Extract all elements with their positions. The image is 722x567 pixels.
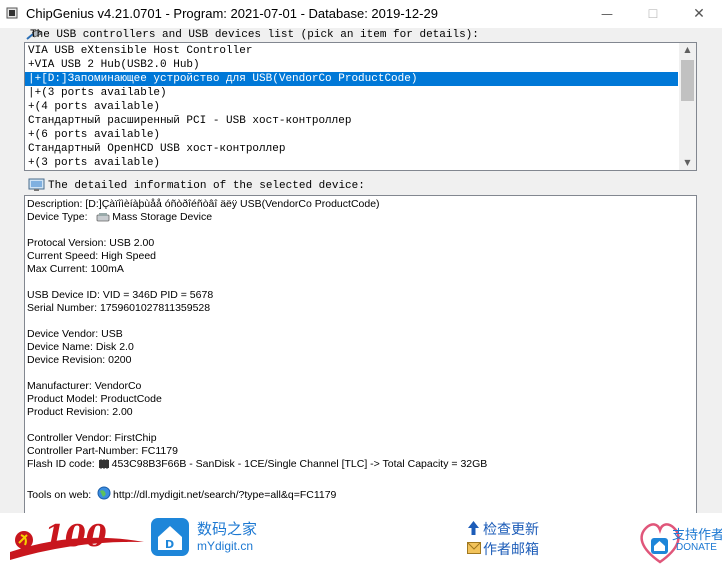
scroll-thumb[interactable] [681, 60, 694, 101]
detail-line: Current Speed: High Speed [27, 250, 156, 262]
detail-line: Flash ID code: 453C98B3F66B - SanDisk - … [27, 458, 488, 470]
centenary-logo: 100 1921 2021 [10, 519, 144, 560]
chip-icon [98, 459, 109, 469]
detail-line: Device Type: Mass Storage Device [27, 211, 213, 223]
site-url[interactable]: mYdigit.cn [197, 539, 253, 553]
footer-bar: 100 1921 2021 D 数码之家 mYdigit.cn 检查更新 作者邮… [0, 513, 722, 567]
monitor-icon [28, 178, 45, 191]
device-type-value: Mass Storage Device [112, 211, 213, 223]
mail-icon[interactable] [467, 542, 481, 554]
update-arrow-icon[interactable] [467, 520, 480, 536]
detail-line: Description: [D:]Çàïîìèíàþùåå óñòðîéñòâî… [27, 198, 380, 210]
logo-100-text: 100 [44, 519, 107, 554]
device-list-item[interactable]: Стандартный OpenHCD USB хост-контроллер [25, 142, 678, 156]
device-list-item[interactable]: +(3 ports available) [25, 156, 678, 170]
usb-devices-list[interactable]: VIA USB eXtensible Host Controller +VIA U… [24, 42, 697, 171]
globe-icon [97, 486, 111, 500]
donate-label-cn[interactable]: 支持作者 [672, 524, 722, 543]
detail-line: Device Revision: 0200 [27, 354, 132, 366]
detail-line: Device Name: Disk 2.0 [27, 341, 134, 353]
device-list-item[interactable]: |+[D:]Запоминающее устройство для USB(Ve… [25, 72, 678, 86]
svg-text:D: D [165, 538, 174, 551]
device-list-item[interactable]: Стандартный расширенный PCI - USB хост-к… [25, 114, 678, 128]
site-name-cn[interactable]: 数码之家 [197, 518, 257, 539]
device-list-item[interactable]: +(6 ports available) [25, 128, 678, 142]
mydigit-logo-icon[interactable]: D [150, 517, 190, 557]
close-button[interactable]: ✕ [676, 0, 722, 28]
detail-line: Max Current: 100mA [27, 263, 124, 275]
details-label: The detailed information of the selected… [48, 180, 365, 192]
title-bar: ChipGenius v4.21.0701 - Program: 2021-07… [0, 0, 722, 28]
detail-line: Controller Part-Number: FC1179 [27, 445, 178, 457]
minimize-button[interactable]: — [584, 0, 630, 28]
device-list-item[interactable]: VIA USB eXtensible Host Controller [25, 44, 678, 58]
detail-line: USB Device ID: VID = 346D PID = 5678 [27, 289, 214, 301]
scroll-up-arrow[interactable]: ▲ [679, 43, 696, 57]
detail-line: Product Revision: 2.00 [27, 406, 133, 418]
detail-line: Controller Vendor: FirstChip [27, 432, 157, 444]
author-email-link[interactable]: 作者邮箱 [483, 539, 539, 559]
detail-line: Serial Number: 1759601027811359528 [27, 302, 211, 314]
disk-drive-icon [96, 213, 110, 222]
logo-year-right: 2021 [98, 550, 111, 556]
detail-line: Manufacturer: VendorCo [27, 380, 142, 392]
detail-line: Product Model: ProductCode [27, 393, 162, 405]
devices-list-label: The USB controllers and USB devices list… [30, 29, 479, 41]
device-list-item[interactable]: +VIA USB 2 Hub(USB2.0 Hub) [25, 58, 678, 72]
logo-year-left: 1921 [56, 553, 69, 559]
scroll-down-arrow[interactable]: ▼ [679, 156, 696, 170]
donate-label-en[interactable]: DONATE [676, 542, 717, 553]
device-list-item[interactable]: +(4 ports available) [25, 100, 678, 114]
detail-line: Device Vendor: USB [27, 328, 123, 340]
check-update-link[interactable]: 检查更新 [483, 519, 539, 539]
devices-list-scrollbar[interactable]: ▲ ▼ [679, 43, 696, 170]
window-title: ChipGenius v4.21.0701 - Program: 2021-07… [26, 6, 438, 21]
detail-line: Protocal Version: USB 2.00 [27, 237, 155, 249]
detail-line: Tools on web: http://dl.mydigit.net/sear… [27, 486, 336, 502]
device-list-item[interactable]: |+(3 ports available) [25, 86, 678, 100]
tools-web-link[interactable]: http://dl.mydigit.net/search/?type=all&q… [113, 489, 336, 501]
maximize-button[interactable]: ☐ [630, 0, 676, 28]
app-icon [6, 7, 18, 19]
device-details-panel[interactable]: Description: [D:]Çàïîìèíàþùåå óñòðîéñòâî… [24, 195, 697, 515]
